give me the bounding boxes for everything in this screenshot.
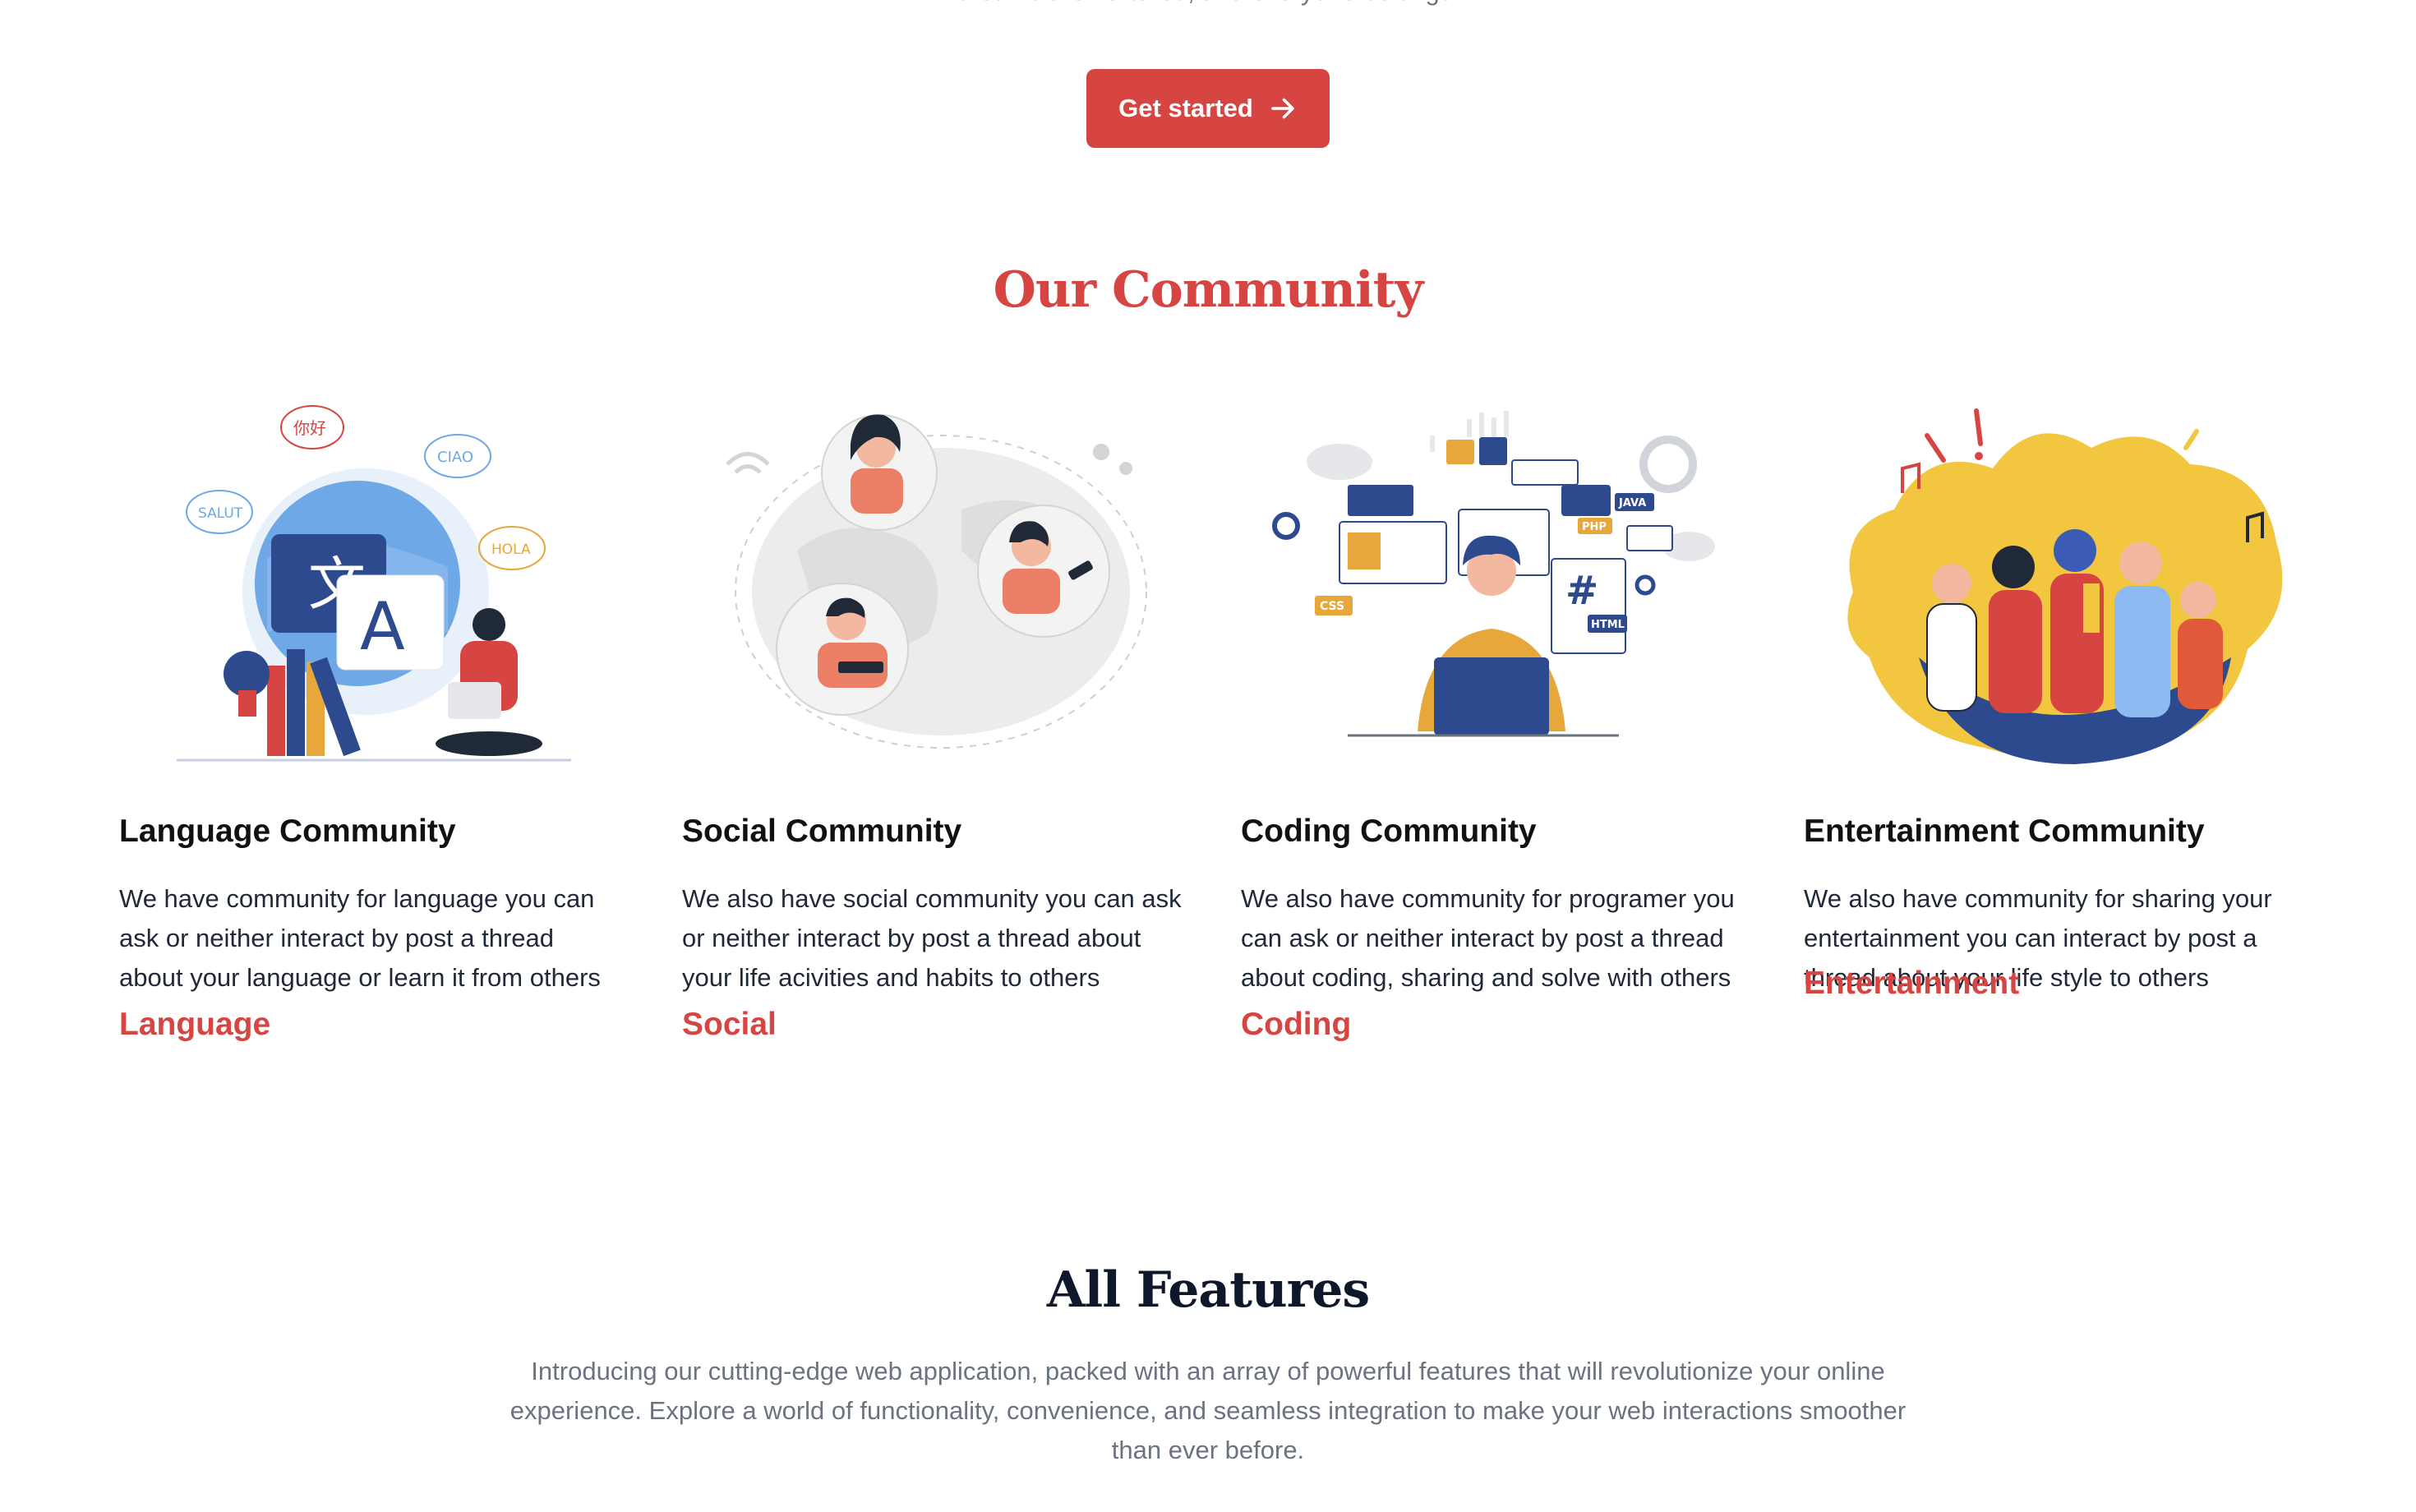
get-started-label: Get started	[1118, 94, 1253, 122]
features-description: Introducing our cutting-edge web applica…	[509, 1357, 1907, 1464]
social-link[interactable]: Social	[682, 1007, 777, 1043]
bubble-ciao: CIAO	[437, 449, 473, 466]
community-card-social: Social Community We also have social com…	[682, 386, 1192, 1042]
our-community-title: Our Community	[993, 261, 1424, 319]
community-card-entertainment: Entertainment Community We also have com…	[1804, 386, 2313, 1001]
get-started-button[interactable]: Get started	[1086, 69, 1330, 148]
language-card-description: We have community for language you can a…	[119, 884, 601, 992]
css-tag: CSS	[1320, 600, 1344, 613]
bubble-nihao: 你好	[293, 418, 326, 438]
coding-link[interactable]: Coding	[1241, 1007, 1351, 1043]
entertainment-illustration	[1804, 386, 2313, 789]
java-tag: JAVA	[1618, 497, 1646, 509]
language-link[interactable]: Language	[119, 1007, 270, 1043]
community-card-language: 文 A 你好 CIAO SALUT HOLA Language Communit…	[119, 386, 629, 1042]
all-features-title: All Features	[1046, 1261, 1370, 1319]
php-tag: PHP	[1582, 521, 1607, 533]
entertainment-card-title: Entertainment Community	[1804, 814, 2205, 849]
social-card-description: We also have social community you can as…	[682, 884, 1182, 992]
coding-illustration: JAVA PHP # HTML CSS	[1241, 386, 1750, 789]
hero-subtitle-tail: dreams are nurtured, and everyone belong…	[0, 0, 2416, 8]
bubble-hola: HOLA	[491, 542, 531, 558]
entertainment-link[interactable]: Entertainment	[1804, 966, 2019, 1002]
html-tag: HTML	[1591, 619, 1625, 631]
coding-card-title: Coding Community	[1241, 814, 1537, 849]
social-card-title: Social Community	[682, 814, 962, 849]
coding-card-description: We also have community for programer you…	[1241, 884, 1735, 992]
latin-char-glyph: A	[360, 588, 405, 665]
language-illustration: 文 A 你好 CIAO SALUT HOLA	[119, 386, 629, 789]
arrow-right-icon	[1271, 98, 1294, 119]
bubble-salut: SALUT	[198, 505, 243, 522]
social-illustration	[682, 386, 1192, 789]
community-card-coding: JAVA PHP # HTML CSS Coding Community We …	[1241, 386, 1750, 1042]
language-card-title: Language Community	[119, 814, 456, 849]
hash-glyph: #	[1565, 568, 1598, 614]
